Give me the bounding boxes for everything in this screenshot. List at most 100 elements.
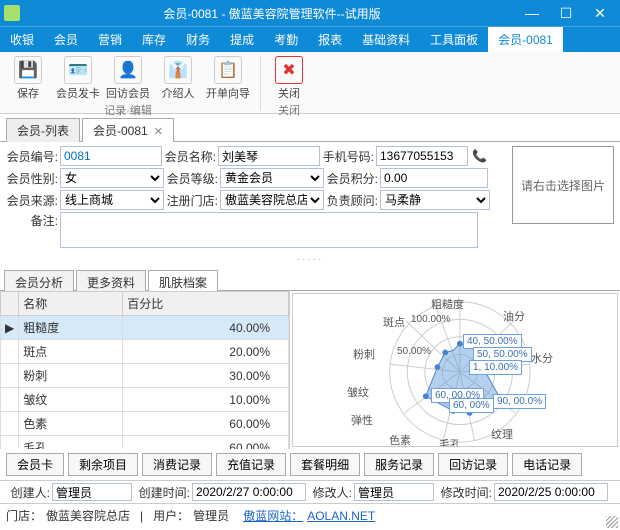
col-pct[interactable]: 百分比 bbox=[123, 292, 289, 316]
menu-9[interactable]: 工具面板 bbox=[420, 27, 488, 52]
table-row[interactable]: 毛孔60.00% bbox=[1, 436, 289, 450]
doc-tab-1[interactable]: 会员-0081✕ bbox=[82, 118, 174, 142]
titlebar: 会员-0081 - 傲蓝美容院管理软件--试用版 — ☐ ✕ bbox=[0, 0, 620, 26]
menu-5[interactable]: 提成 bbox=[220, 27, 264, 52]
window-title: 会员-0081 - 傲蓝美容院管理软件--试用版 bbox=[28, 5, 516, 22]
label-points: 会员积分: bbox=[326, 170, 378, 187]
table-row[interactable]: 色素60.00% bbox=[1, 412, 289, 436]
record-btn-3[interactable]: 充值记录 bbox=[216, 453, 286, 476]
id-input[interactable] bbox=[60, 146, 162, 166]
ribbon: 💾保存🪪会员发卡👤回访会员👔介绍人📋开单向导 记录·编辑 ✖ 关闭 关闭 bbox=[0, 52, 620, 114]
tab-close-icon[interactable]: ✕ bbox=[154, 126, 163, 138]
tooltip: 90, 00.0% bbox=[493, 394, 546, 409]
footer-shop: 傲蓝美容院总店 bbox=[46, 507, 130, 524]
creator-field bbox=[52, 483, 132, 501]
card-button[interactable]: 🪪会员发卡 bbox=[56, 56, 100, 101]
wizard-button-icon: 📋 bbox=[214, 56, 242, 84]
resize-grip[interactable] bbox=[606, 516, 618, 528]
skin-table: 名称 百分比 ▶粗糙度40.00%斑点20.00%粉刺30.00%皱纹10.00… bbox=[0, 291, 289, 449]
level-select[interactable]: 黄金会员 bbox=[220, 168, 324, 188]
close-icon: ✖ bbox=[275, 56, 303, 84]
record-btn-7[interactable]: 电话记录 bbox=[512, 453, 582, 476]
record-btn-6[interactable]: 回访记录 bbox=[438, 453, 508, 476]
row-selector-header bbox=[1, 292, 19, 316]
menu-0[interactable]: 收银 bbox=[0, 27, 44, 52]
label-name: 会员名称: bbox=[164, 148, 216, 165]
tooltip: 1, 10.00% bbox=[469, 360, 522, 375]
source-select[interactable]: 线上商城 bbox=[60, 190, 164, 210]
note-textarea[interactable] bbox=[60, 212, 478, 248]
close-window-button[interactable]: ✕ bbox=[584, 1, 616, 25]
status-bar: 创建人: 创建时间: 修改人: 修改时间: bbox=[0, 480, 620, 503]
label-phone: 手机号码: bbox=[322, 148, 374, 165]
minimize-button[interactable]: — bbox=[516, 1, 548, 25]
detail-tab-0[interactable]: 会员分析 bbox=[4, 270, 74, 291]
table-row[interactable]: 斑点20.00% bbox=[1, 340, 289, 364]
footer-link[interactable]: AOLAN.NET bbox=[307, 509, 375, 523]
menu-2[interactable]: 营销 bbox=[88, 27, 132, 52]
shop-select[interactable]: 傲蓝美容院总店 bbox=[220, 190, 324, 210]
menu-7[interactable]: 报表 bbox=[308, 27, 352, 52]
footer-user: 管理员 bbox=[193, 507, 229, 524]
points-input[interactable] bbox=[380, 168, 488, 188]
detail-tabs: 会员分析更多资料肌肤档案 bbox=[0, 269, 620, 291]
menu-1[interactable]: 会员 bbox=[44, 27, 88, 52]
label-id: 会员编号: bbox=[6, 148, 58, 165]
card-button-icon: 🪪 bbox=[64, 56, 92, 84]
wizard-button[interactable]: 📋开单向导 bbox=[206, 56, 250, 101]
label-note: 备注: bbox=[6, 212, 58, 229]
label-source: 会员来源: bbox=[6, 192, 58, 209]
menu-6[interactable]: 考勤 bbox=[264, 27, 308, 52]
detail-tab-1[interactable]: 更多资料 bbox=[76, 270, 146, 291]
menu-4[interactable]: 财务 bbox=[176, 27, 220, 52]
ribbon-group2-title: 关闭 bbox=[278, 102, 300, 118]
col-name[interactable]: 名称 bbox=[19, 292, 123, 316]
ctime-field bbox=[192, 483, 306, 501]
gender-select[interactable]: 女 bbox=[60, 168, 164, 188]
footer: 门店： 傲蓝美容院总店 | 用户： 管理员 傲蓝网站： AOLAN.NET bbox=[0, 503, 620, 527]
label-gender: 会员性别: bbox=[6, 170, 58, 187]
record-btn-5[interactable]: 服务记录 bbox=[364, 453, 434, 476]
ribbon-group1-title: 记录·编辑 bbox=[104, 102, 152, 118]
app-icon bbox=[4, 5, 20, 21]
label-level: 会员等级: bbox=[166, 170, 218, 187]
skin-table-wrap: 名称 百分比 ▶粗糙度40.00%斑点20.00%粉刺30.00%皱纹10.00… bbox=[0, 291, 290, 449]
menubar: 收银会员营销库存财务提成考勤报表基础资料工具面板会员-0081 bbox=[0, 26, 620, 52]
label-consultant: 负责顾问: bbox=[326, 192, 378, 209]
member-image[interactable]: 请右击选择图片 bbox=[512, 146, 614, 224]
phone-input[interactable] bbox=[376, 146, 468, 166]
member-form: 会员编号: 会员名称: 手机号码: 📞 会员性别: 女 会员等级: 黄金会员 会… bbox=[0, 142, 620, 252]
record-btn-4[interactable]: 套餐明细 bbox=[290, 453, 360, 476]
splitter[interactable]: ····· bbox=[0, 252, 620, 267]
menu-3[interactable]: 库存 bbox=[132, 27, 176, 52]
record-btn-0[interactable]: 会员卡 bbox=[6, 453, 64, 476]
record-btn-2[interactable]: 消费记录 bbox=[142, 453, 212, 476]
menu-8[interactable]: 基础资料 bbox=[352, 27, 420, 52]
referrer-button[interactable]: 👔介绍人 bbox=[156, 56, 200, 101]
table-row[interactable]: 皱纹10.00% bbox=[1, 388, 289, 412]
table-row[interactable]: ▶粗糙度40.00% bbox=[1, 316, 289, 340]
detail-tab-2[interactable]: 肌肤档案 bbox=[148, 270, 218, 291]
name-input[interactable] bbox=[218, 146, 320, 166]
close-button[interactable]: ✖ 关闭 bbox=[267, 56, 311, 101]
referrer-button-icon: 👔 bbox=[164, 56, 192, 84]
record-btn-1[interactable]: 剩余项目 bbox=[68, 453, 138, 476]
document-tabs: 会员-列表会员-0081✕ bbox=[0, 118, 620, 142]
record-buttons: 会员卡剩余项目消费记录充值记录套餐明细服务记录回访记录电话记录 bbox=[0, 449, 620, 480]
label-shop: 注册门店: bbox=[166, 192, 218, 209]
modifier-field bbox=[354, 483, 434, 501]
phone-icon[interactable]: 📞 bbox=[472, 149, 487, 163]
visit-button[interactable]: 👤回访会员 bbox=[106, 56, 150, 101]
separator bbox=[260, 56, 261, 110]
mtime-field bbox=[494, 483, 608, 501]
menu-10[interactable]: 会员-0081 bbox=[488, 27, 563, 52]
doc-tab-0[interactable]: 会员-列表 bbox=[6, 118, 80, 142]
maximize-button[interactable]: ☐ bbox=[550, 1, 582, 25]
visit-button-icon: 👤 bbox=[114, 56, 142, 84]
save-button-icon: 💾 bbox=[14, 56, 42, 84]
tooltip: 60, 00% bbox=[449, 398, 494, 413]
table-row[interactable]: 粉刺30.00% bbox=[1, 364, 289, 388]
radar-chart[interactable]: 粗糙度 油分 水分 色斑 纹理 毛孔 色素 弹性 皱纹 粉刺 斑点 100.00… bbox=[292, 293, 618, 447]
consultant-select[interactable]: 马柔静 bbox=[380, 190, 490, 210]
save-button[interactable]: 💾保存 bbox=[6, 56, 50, 101]
